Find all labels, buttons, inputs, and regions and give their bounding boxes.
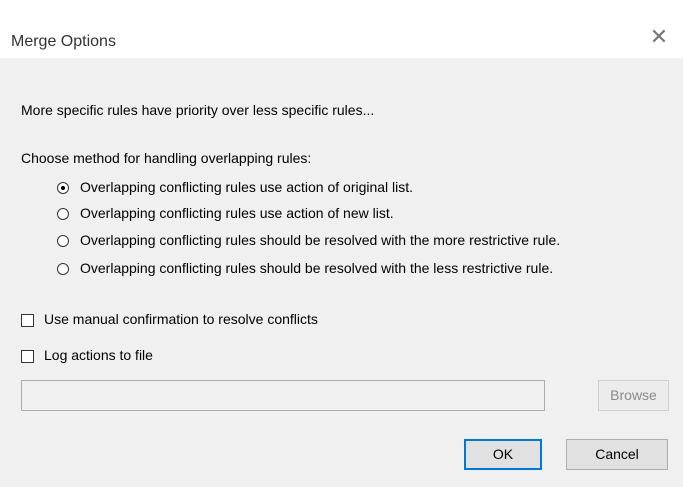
window-title: Merge Options [11, 33, 116, 50]
browse-button[interactable]: Browse [598, 380, 669, 411]
radio-original-list[interactable] [57, 182, 69, 194]
method-group-label: Choose method for handling overlapping r… [21, 150, 312, 166]
radio-more-restrictive-label[interactable]: Overlapping conflicting rules should be … [80, 232, 560, 248]
close-icon[interactable]: ✕ [647, 25, 671, 49]
radio-more-restrictive[interactable] [57, 235, 69, 247]
radio-original-list-label[interactable]: Overlapping conflicting rules use action… [80, 179, 413, 195]
background-window-strip [0, 0, 683, 8]
log-actions-checkbox[interactable] [21, 350, 34, 363]
title-bar: Merge Options ✕ [0, 8, 683, 58]
cancel-button[interactable]: Cancel [566, 439, 668, 470]
manual-confirmation-label[interactable]: Use manual confirmation to resolve confl… [44, 311, 318, 327]
log-actions-label[interactable]: Log actions to file [44, 347, 153, 363]
radio-less-restrictive[interactable] [57, 263, 69, 275]
radio-new-list-label[interactable]: Overlapping conflicting rules use action… [80, 205, 394, 221]
ok-button[interactable]: OK [464, 439, 542, 470]
intro-text: More specific rules have priority over l… [21, 102, 375, 118]
radio-new-list[interactable] [57, 208, 69, 220]
log-file-path-input[interactable] [21, 380, 545, 411]
manual-confirmation-checkbox[interactable] [21, 314, 34, 327]
radio-less-restrictive-label[interactable]: Overlapping conflicting rules should be … [80, 260, 553, 276]
